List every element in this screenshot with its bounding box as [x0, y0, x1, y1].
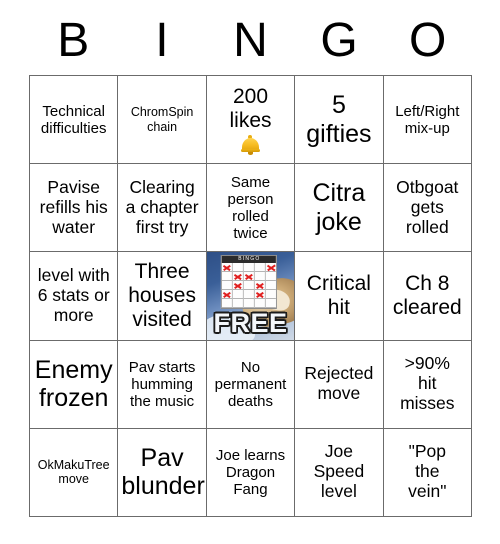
bingo-cell-r2c5[interactable]: Otbgoat gets rolled [383, 164, 472, 253]
bingo-cell-label: Critical hit [306, 272, 371, 319]
bingo-cell-r4c5[interactable]: >90% hit misses [383, 340, 472, 429]
bingo-card: B I N G O Technical difficulties ChromSpi… [0, 0, 500, 544]
bingo-cell-r3c1[interactable]: level with 6 stats or more [30, 252, 119, 341]
mini-cell [222, 272, 234, 282]
bingo-cell-r3c5[interactable]: Ch 8 cleared [383, 252, 472, 341]
header-letter-n: N [233, 14, 268, 67]
bingo-cell-label: Enemy frozen [34, 355, 113, 413]
bingo-cell-r1c5[interactable]: Left/Right mix-up [383, 76, 472, 165]
header-letter-i: I [155, 14, 169, 67]
mini-cell [243, 281, 255, 291]
mini-cell-marked-x-icon [254, 290, 266, 300]
bingo-cell-label: Same person rolled twice [227, 173, 274, 242]
mini-cell [243, 263, 255, 273]
mini-cell-marked-x-icon [233, 272, 244, 282]
bingo-cell-label: Joe Speed level [313, 441, 365, 502]
bingo-cell-r5c5[interactable]: "Pop the vein" [383, 428, 472, 517]
mini-cell [233, 290, 244, 300]
mini-cell-marked-x-icon [233, 281, 244, 291]
mini-cell [254, 272, 266, 282]
mini-bingo-card-grid [222, 263, 277, 309]
bingo-cell-label: Left/Right mix-up [395, 102, 460, 137]
bingo-cell-label: 200 likes [229, 84, 272, 132]
mini-cell [265, 272, 277, 282]
mini-cell [265, 290, 277, 300]
bingo-cell-r2c4[interactable]: Citra joke [295, 164, 384, 253]
mini-cell [233, 263, 244, 273]
mini-cell-marked-x-icon [222, 263, 234, 273]
bingo-cell-label: Clearing a chapter first try [125, 176, 199, 237]
bell-icon [240, 134, 260, 155]
bingo-cell-r4c1[interactable]: Enemy frozen [30, 340, 119, 429]
mini-cell [243, 290, 255, 300]
mini-cell-marked-x-icon [254, 281, 266, 291]
bingo-header: B I N G O [29, 10, 472, 72]
bingo-cell-r2c3[interactable]: Same person rolled twice [206, 164, 296, 253]
free-space-artwork: BINGO FREE [206, 252, 295, 340]
mini-bingo-card-icon: BINGO [221, 255, 278, 310]
mini-cell [254, 263, 266, 273]
mini-cell [265, 281, 277, 291]
bingo-cell-r4c3[interactable]: No permanent deaths [206, 340, 296, 429]
bingo-cell-label: Rejected move [304, 363, 374, 404]
bingo-cell-r5c1[interactable]: OkMakuTree move [30, 428, 119, 517]
bingo-cell-label: ChromSpin chain [130, 105, 194, 134]
mini-cell-marked-x-icon [265, 263, 277, 273]
header-letter-g: G [320, 14, 358, 67]
bingo-grid: Technical difficulties ChromSpin chain 200… [29, 75, 472, 517]
bingo-cell-label: Three houses visited [128, 260, 196, 331]
bingo-cell-content: 200 likes [207, 85, 294, 155]
bingo-cell-label: 5 gifties [306, 91, 372, 148]
bingo-cell-label: >90% hit misses [400, 353, 455, 414]
bingo-cell-r3c4[interactable]: Critical hit [295, 252, 384, 341]
bingo-cell-r4c4[interactable]: Rejected move [295, 340, 384, 429]
bingo-cell-label: No permanent deaths [214, 358, 287, 410]
bingo-cell-label: Joe learns Dragon Fang [215, 446, 286, 498]
bingo-cell-label: Pav blunder [121, 443, 205, 501]
free-space-label: FREE [213, 307, 288, 338]
mini-cell-marked-x-icon [243, 272, 255, 282]
bingo-cell-label: Ch 8 cleared [392, 272, 462, 319]
bingo-cell-label: Pavise refills his water [39, 176, 108, 237]
mini-cell-marked-x-icon [222, 290, 234, 300]
bingo-cell-r5c4[interactable]: Joe Speed level [295, 428, 384, 517]
bingo-cell-label: Otbgoat gets rolled [396, 176, 459, 237]
bingo-cell-label: "Pop the vein" [408, 441, 447, 502]
header-letter-o: O [409, 14, 447, 67]
bingo-cell-r5c3[interactable]: Joe learns Dragon Fang [206, 428, 296, 517]
bingo-cell-label: Technical difficulties [40, 102, 107, 137]
bingo-cell-r1c1[interactable]: Technical difficulties [30, 76, 119, 165]
bingo-cell-r1c2[interactable]: ChromSpin chain [118, 76, 207, 165]
bingo-cell-r4c2[interactable]: Pav starts humming the music [118, 340, 207, 429]
bingo-cell-label: Pav starts humming the music [128, 358, 196, 410]
mini-cell [222, 281, 234, 291]
bingo-cell-free-space[interactable]: BINGO FREE [206, 252, 296, 341]
bingo-cell-r1c4[interactable]: 5 gifties [295, 76, 384, 165]
mini-bingo-card-title: BINGO [222, 256, 277, 264]
bingo-cell-label: Citra joke [312, 179, 366, 236]
bingo-cell-r1c3[interactable]: 200 likes [206, 76, 296, 165]
bingo-cell-r5c2[interactable]: Pav blunder [118, 428, 207, 517]
bingo-cell-r2c1[interactable]: Pavise refills his water [30, 164, 119, 253]
header-letter-b: B [57, 14, 90, 67]
bingo-cell-label: level with 6 stats or more [37, 265, 110, 325]
bingo-cell-r3c2[interactable]: Three houses visited [118, 252, 207, 341]
bingo-cell-r2c2[interactable]: Clearing a chapter first try [118, 164, 207, 253]
bingo-cell-label: OkMakuTree move [37, 458, 110, 487]
